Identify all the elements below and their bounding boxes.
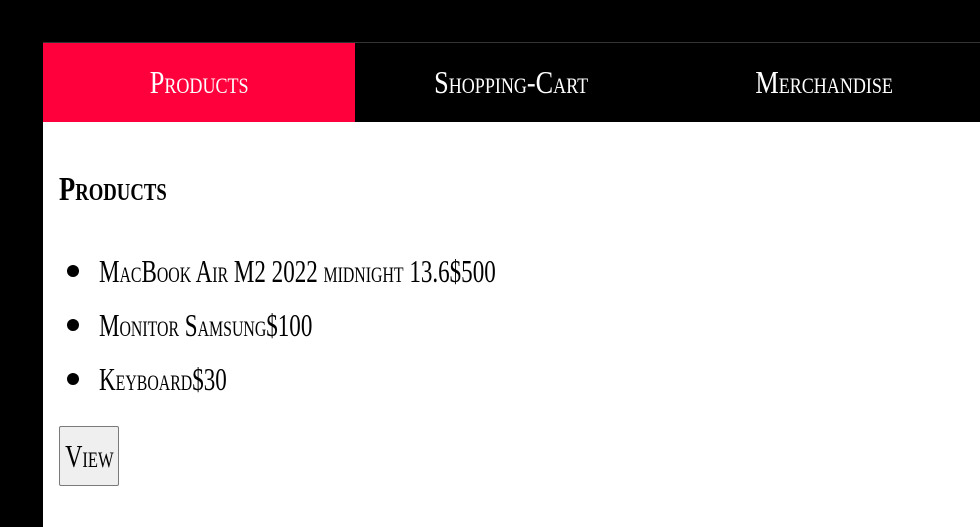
view-button[interactable]: View — [59, 426, 119, 486]
page-title: Products — [59, 171, 167, 208]
tab-merchandise[interactable]: Merchandise — [668, 43, 980, 122]
list-item: MacBook Air M2 2022 midnight 13.6$500 — [67, 244, 964, 298]
bullet-icon — [67, 265, 79, 277]
product-text: Monitor Samsung$100 — [99, 298, 312, 352]
list-item: Monitor Samsung$100 — [67, 298, 964, 352]
product-name: Keyboard — [99, 361, 193, 397]
app-frame: Products Shopping-Cart Merchandise Produ… — [43, 42, 980, 527]
tab-merchandise-label: Merchandise — [755, 64, 893, 100]
product-list: MacBook Air M2 2022 midnight 13.6$500 Mo… — [59, 244, 964, 406]
tab-shopping-cart[interactable]: Shopping-Cart — [355, 43, 667, 122]
product-price: $500 — [449, 253, 496, 289]
product-name: MacBook Air M2 2022 midnight 13.6 — [99, 253, 450, 289]
tab-products[interactable]: Products — [43, 43, 356, 122]
product-text: MacBook Air M2 2022 midnight 13.6$500 — [99, 244, 496, 298]
view-button-label: View — [64, 437, 114, 474]
product-price: $100 — [266, 307, 313, 343]
list-item: Keyboard$30 — [67, 352, 964, 406]
tab-shopping-cart-label: Shopping-Cart — [434, 64, 589, 100]
tab-products-label: Products — [149, 64, 249, 100]
bullet-icon — [67, 319, 79, 331]
product-price: $30 — [192, 361, 227, 397]
product-name: Monitor Samsung — [99, 307, 267, 343]
product-text: Keyboard$30 — [99, 352, 227, 406]
top-nav: Products Shopping-Cart Merchandise — [43, 42, 980, 122]
main-content: Products MacBook Air M2 2022 midnight 13… — [43, 166, 980, 486]
bullet-icon — [67, 373, 79, 385]
